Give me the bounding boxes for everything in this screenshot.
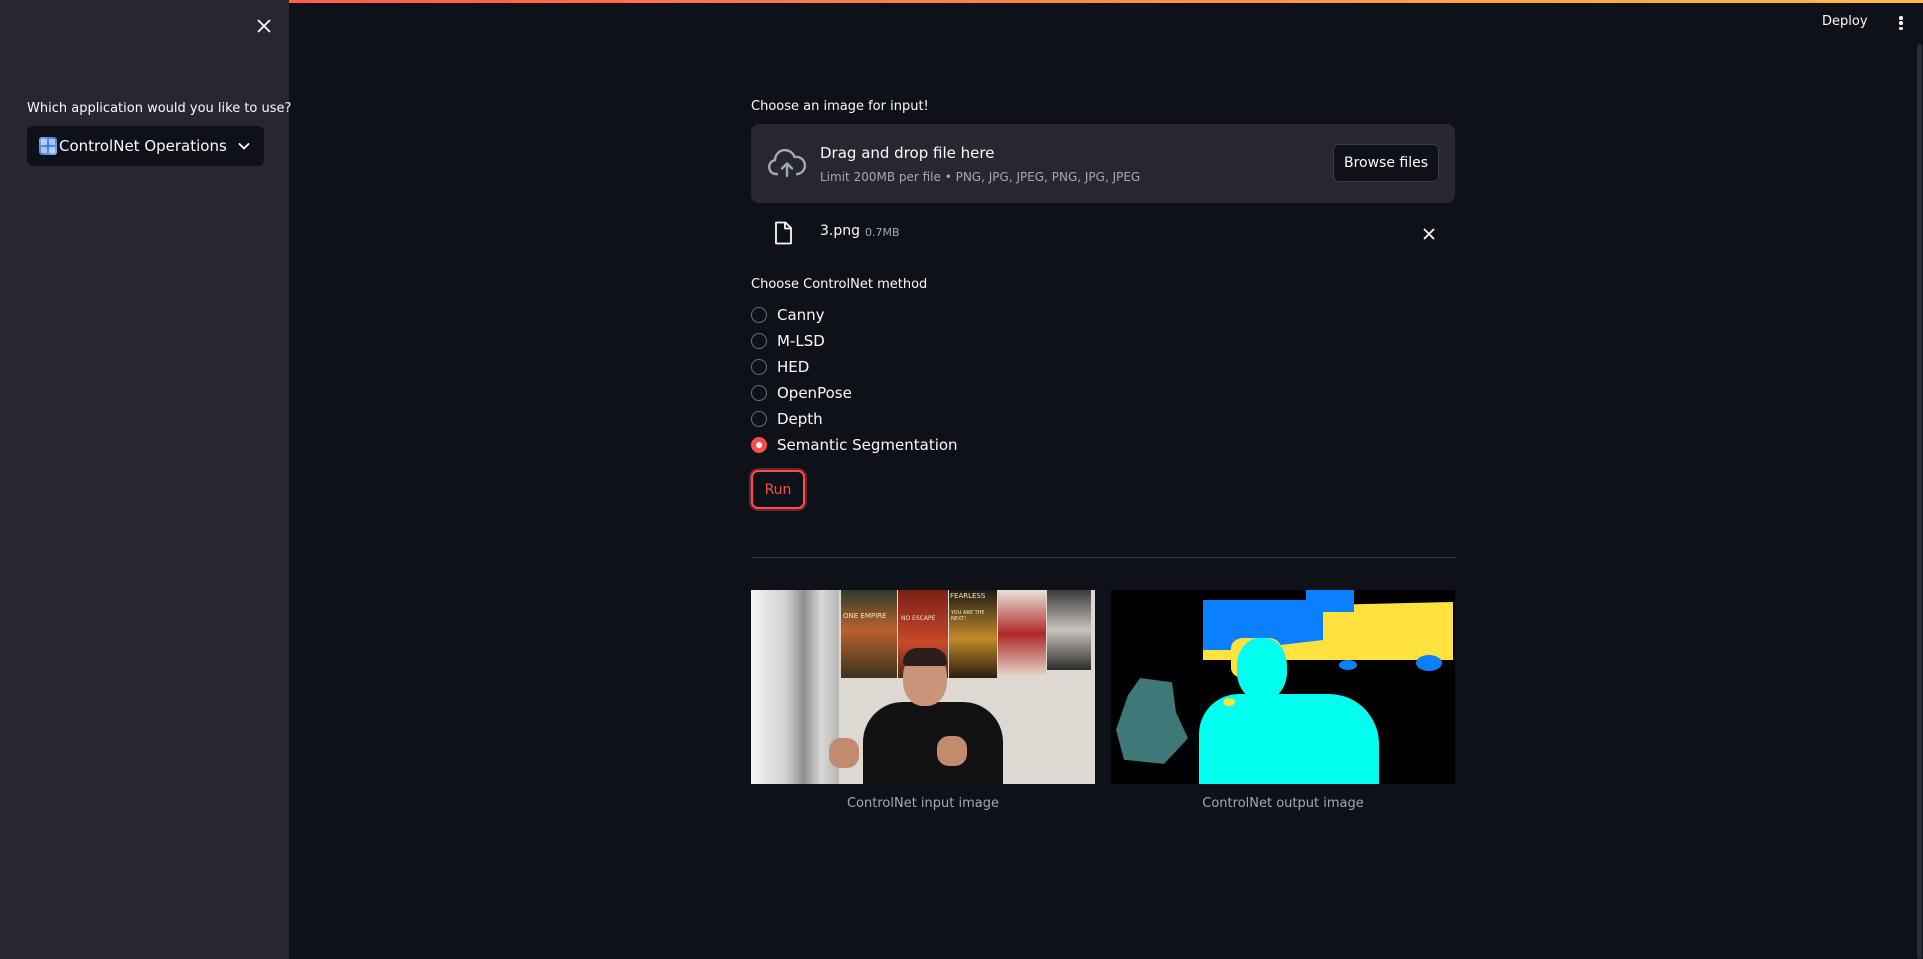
close-sidebar-button[interactable] [252,14,276,38]
radio-option-semantic-segmentation[interactable]: Semantic Segmentation [751,432,958,458]
file-icon [775,221,792,245]
app-select[interactable]: ControlNet Operations [27,126,264,166]
browse-files-button[interactable]: Browse files [1333,144,1439,182]
uploader-label: Choose an image for input! [751,99,929,114]
poster-text: ONE EMPIRE [843,612,887,620]
radio-option-label: OpenPose [777,384,852,402]
method-radio-label: Choose ControlNet method [751,277,928,292]
chevron-down-icon [238,143,250,150]
radio-option-hed[interactable]: HED [751,354,958,380]
output-image-caption: ControlNet output image [1202,796,1364,811]
uploaded-file-name: 3.png [820,223,861,239]
radio-option-label: Canny [777,306,825,324]
input-image-caption: ControlNet input image [846,796,999,811]
close-icon [1423,228,1435,240]
poster-text: NO ESCAPE [901,615,936,622]
controlnet-input-image: ONE EMPIRE NO ESCAPE YOU ARE THE NEXT! F… [751,590,1095,784]
radio-button[interactable] [751,411,767,427]
app-select-value: ControlNet Operations [59,137,227,155]
close-icon [257,19,271,33]
app-select-label: Which application would you like to use? [27,101,292,116]
controlnet-output-image [1111,590,1455,784]
radio-option-label: Semantic Segmentation [777,436,958,454]
deploy-button[interactable]: Deploy [1822,14,1868,29]
radio-option-mlsd[interactable]: M-LSD [751,328,958,354]
page-scrollbar[interactable] [1917,44,1922,959]
uploaded-file-row: 3.png 0.7MB [751,215,1455,253]
poster-text: FEARLESS [950,592,986,600]
main-menu-button[interactable] [1894,13,1908,33]
radio-option-label: Depth [777,410,823,428]
input-image-figure: ONE EMPIRE NO ESCAPE YOU ARE THE NEXT! F… [751,590,1095,811]
dropzone-title: Drag and drop file here [820,144,995,162]
poster-text: YOU ARE THE NEXT! [951,610,985,622]
radio-button[interactable] [751,359,767,375]
cloud-upload-icon [767,148,807,178]
radio-button[interactable] [751,385,767,401]
radio-button[interactable] [751,307,767,323]
control-knobs-icon [39,137,57,155]
radio-button[interactable] [751,333,767,349]
radio-button-selected[interactable] [751,437,767,453]
run-button[interactable]: Run [751,470,805,509]
dropzone-limit: Limit 200MB per file • PNG, JPG, JPEG, P… [820,170,1141,184]
sidebar: Which application would you like to use?… [0,0,292,959]
radio-option-openpose[interactable]: OpenPose [751,380,958,406]
uploaded-file-size: 0.7MB [865,226,900,239]
method-radio-group: Canny M-LSD HED OpenPose Depth Semantic … [751,302,958,458]
section-divider [751,557,1455,558]
radio-option-label: HED [777,358,810,376]
file-dropzone[interactable]: Drag and drop file here Limit 200MB per … [751,124,1455,203]
radio-option-label: M-LSD [777,332,825,350]
remove-file-button[interactable] [1419,224,1439,244]
radio-option-canny[interactable]: Canny [751,302,958,328]
output-image-figure: ControlNet output image [1111,590,1455,811]
radio-option-depth[interactable]: Depth [751,406,958,432]
